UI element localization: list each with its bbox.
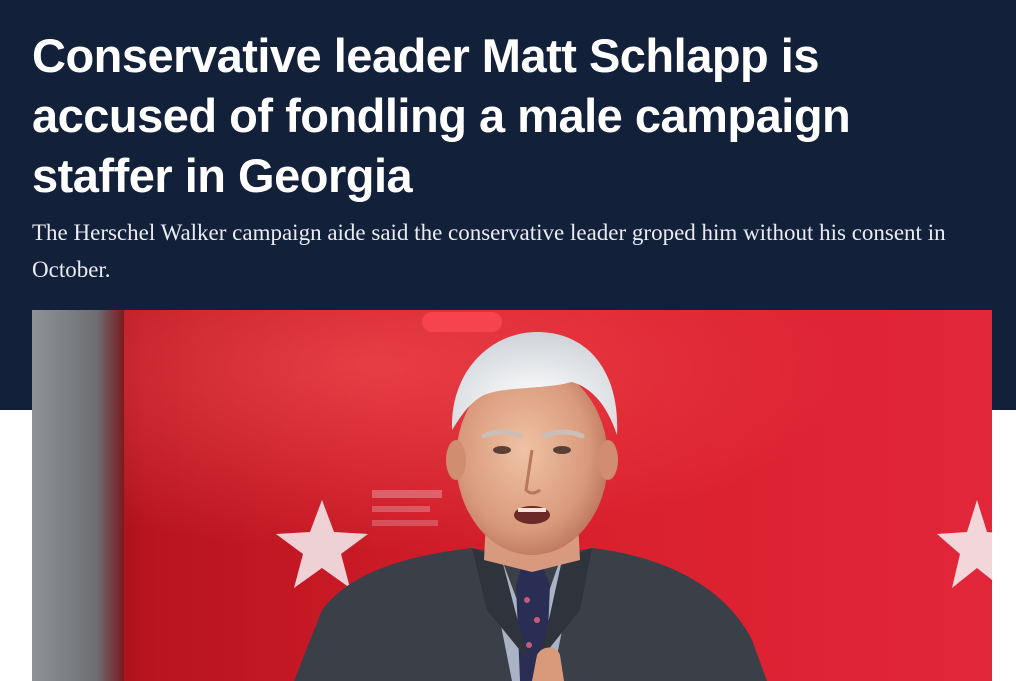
article-headline: Conservative leader Matt Schlapp is accu… [32, 29, 851, 202]
lead-photo-illustration [32, 310, 992, 681]
article-lead-photo [32, 310, 992, 681]
article-dek: The Herschel Walker campaign aide said t… [32, 220, 946, 282]
